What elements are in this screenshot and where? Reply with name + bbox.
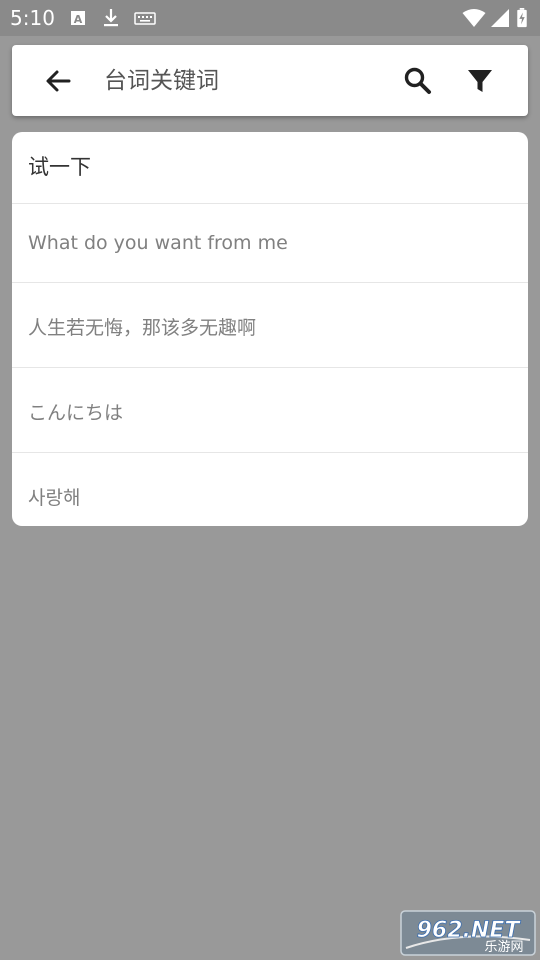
wifi-icon [462,9,486,27]
list-item[interactable]: 사랑해 [12,453,528,526]
search-bar [12,45,528,116]
filter-icon[interactable] [464,65,496,97]
search-icon[interactable] [402,65,434,97]
list-item-label: こんにちは [28,402,124,424]
arrow-back-icon[interactable] [42,65,74,97]
list-item-label: What do you want from me [28,232,288,254]
list-item[interactable]: 人生若无悔，那该多无趣啊 [12,283,528,368]
signal-icon [491,9,509,27]
suggestion-list: 试一下 What do you want from me 人生若无悔，那该多无趣… [12,132,528,526]
keyboard-icon [134,12,156,25]
list-item-label: 사랑해 [28,487,81,509]
text-a-icon: A [71,11,85,26]
status-bar: 5:10 A [0,0,540,36]
list-item-label: 试一下 [28,155,91,179]
list-item[interactable]: 试一下 [12,132,528,204]
svg-text:A: A [74,13,83,26]
battery-charging-icon [517,8,527,28]
site-watermark-logo: 962.NET 乐游网 [400,910,536,956]
status-time: 5:10 [10,6,55,30]
download-icon [104,9,118,27]
watermark-sub-text: 乐游网 [484,940,523,955]
list-item[interactable]: What do you want from me [12,204,528,283]
list-item-label: 人生若无悔，那该多无趣啊 [28,317,257,339]
search-input[interactable] [104,63,384,99]
list-item[interactable]: こんにちは [12,368,528,453]
